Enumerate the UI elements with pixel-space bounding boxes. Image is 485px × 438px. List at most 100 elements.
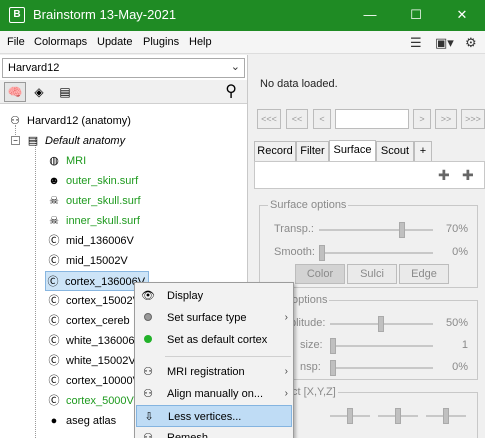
nav-prev-button[interactable]: < [313, 109, 331, 129]
tree-node-mid-15002v[interactable]: Ⓒmid_15002V [47, 251, 128, 271]
data-options-title: options [290, 294, 330, 306]
tree-node-cortex-5000v[interactable]: Ⓒcortex_5000V [47, 391, 134, 411]
data-transp-slider-track[interactable] [330, 367, 433, 369]
color-button[interactable]: Color [295, 264, 345, 284]
smooth-label: Smooth: [274, 246, 315, 258]
tree-node-outer-skull[interactable]: ☠ outer_skull.surf [47, 191, 141, 211]
cortex-surface-icon: Ⓒ [48, 235, 60, 247]
menu-item-remesh[interactable]: ⚇ Remesh [136, 427, 292, 438]
search-icon[interactable]: ⚲ [225, 81, 237, 101]
menu-item-align-manually[interactable]: ⚇ Align manually on... › [136, 383, 292, 405]
nav-last-button[interactable]: >>> [461, 109, 485, 129]
surface-options-title: Surface options [268, 199, 349, 211]
cortex-surface-icon: Ⓒ [48, 335, 60, 347]
menu-colormaps[interactable]: Colormaps [34, 36, 87, 48]
size-label: size: [300, 339, 323, 351]
menu-item-less-vertices[interactable]: ⇩ Less vertices... [136, 405, 292, 427]
menu-update[interactable]: Update [97, 36, 132, 48]
tree-node-white-136006v[interactable]: Ⓒwhite_136006V [47, 331, 142, 351]
anatomy-folder-icon: ▤ [27, 135, 39, 147]
tree-node-mid-136006v[interactable]: Ⓒmid_136006V [47, 231, 134, 251]
cortex-surface-icon: Ⓒ [48, 355, 60, 367]
cortex-surface-icon: Ⓒ [48, 315, 60, 327]
brainstorm-app-icon: B [9, 7, 25, 23]
menu-bar: File Colormaps Update Plugins Help ☰ ▣▾ … [0, 31, 485, 54]
functional-condition-view-button[interactable]: ▤ [54, 82, 76, 102]
tab-record[interactable]: Record [254, 141, 296, 161]
menu-item-mri-registration[interactable]: ⚇ MRI registration › [136, 361, 292, 383]
nav-next-button[interactable]: > [413, 109, 431, 129]
menu-item-set-surface-type[interactable]: Set surface type › [136, 307, 292, 329]
data-transp-value: 0% [452, 361, 468, 373]
tree-node-outer-skin[interactable]: ☻ outer_skin.surf [47, 171, 138, 191]
size-slider-handle[interactable] [330, 338, 336, 354]
cortex-surface-icon: Ⓒ [48, 395, 60, 407]
settings-icon[interactable]: ⚙ [465, 34, 477, 51]
layout-icon[interactable]: ▣▾ [435, 34, 454, 51]
transp-slider-handle[interactable] [398, 222, 405, 238]
submenu-arrow-icon: › [284, 312, 288, 323]
anatomy-view-button[interactable]: 🧠 [4, 82, 26, 102]
tab-filter[interactable]: Filter [296, 141, 329, 161]
collapse-icon[interactable]: − [11, 136, 20, 145]
tree-node-inner-skull[interactable]: ☠ inner_skull.surf [47, 211, 140, 231]
amplitude-value: 50% [445, 317, 468, 329]
align-icon: ⚇ [143, 388, 153, 400]
surface-options-group: Surface options Transp.: 70% Smooth: 0% … [259, 199, 478, 288]
down-arrow-icon: ⇩ [144, 411, 154, 423]
gray-dot-icon [140, 307, 156, 329]
tree-node-aseg-atlas[interactable]: ● aseg atlas [47, 411, 116, 431]
size-slider-track[interactable] [330, 345, 433, 347]
protocol-name: Harvard12 [8, 62, 60, 74]
list-view-icon[interactable]: ☰ [410, 34, 422, 51]
data-transp-slider-handle[interactable] [330, 360, 336, 376]
menu-help[interactable]: Help [189, 36, 212, 48]
tree-node-cortex-cereb[interactable]: Ⓒcortex_cereb [47, 311, 130, 331]
tree-node-cortex-10000v[interactable]: Ⓒcortex_10000V [47, 371, 141, 391]
tab-scout[interactable]: Scout [376, 141, 414, 161]
protocol-select[interactable]: Harvard12 ⌄ [2, 58, 245, 78]
amplitude-slider-handle[interactable] [378, 316, 384, 332]
functional-subject-view-button[interactable]: ◈ [28, 82, 50, 102]
resect-y-handle[interactable] [395, 408, 401, 424]
maximize-button[interactable]: ☐ [393, 0, 439, 31]
transp-slider-track[interactable] [319, 229, 433, 231]
resect-z-handle[interactable] [443, 408, 449, 424]
add-surface-menu-icon[interactable]: ✚ [462, 167, 474, 184]
edge-button[interactable]: Edge [399, 264, 449, 284]
resect-title: ct [X,Y,Z] [290, 386, 338, 398]
green-dot-icon [140, 329, 156, 351]
menu-item-set-default-cortex[interactable]: Set as default cortex [136, 329, 292, 351]
nav-next-fast-button[interactable]: >> [435, 109, 457, 129]
cortex-surface-icon: Ⓒ [48, 255, 60, 267]
tree-node-white-15002v[interactable]: Ⓒwhite_15002V [47, 351, 136, 371]
time-field[interactable] [335, 109, 409, 129]
registration-icon: ⚇ [143, 366, 153, 378]
menu-plugins[interactable]: Plugins [143, 36, 179, 48]
smooth-slider-handle[interactable] [319, 245, 325, 261]
minimize-button[interactable]: — [347, 0, 393, 31]
view-toolbar: 🧠 ◈ ▤ ⚲ [0, 80, 247, 104]
amplitude-label: plitude: [290, 317, 326, 329]
tree-node-default-anatomy[interactable]: ▤ Default anatomy [26, 131, 125, 151]
surface-toolbar: ✚ ✚ [254, 161, 485, 189]
tree-node-subject[interactable]: ⚇ Harvard12 (anatomy) [8, 111, 131, 131]
tab-surface[interactable]: Surface [329, 140, 376, 161]
tree-node-mri[interactable]: ◍ MRI [47, 151, 86, 171]
smooth-value: 0% [452, 246, 468, 258]
nav-prev-fast-button[interactable]: << [286, 109, 308, 129]
smooth-slider-track[interactable] [319, 252, 433, 254]
data-status: No data loaded. [260, 78, 338, 90]
close-button[interactable]: ✕ [439, 0, 485, 31]
nav-first-button[interactable]: <<< [257, 109, 281, 129]
sulci-button[interactable]: Sulci [347, 264, 397, 284]
submenu-arrow-icon: › [284, 366, 288, 377]
tree-node-cortex-15002v[interactable]: Ⓒcortex_15002V [47, 291, 141, 311]
menu-item-display[interactable]: 👁 Display [136, 285, 292, 307]
menu-file[interactable]: File [7, 36, 25, 48]
add-surface-icon[interactable]: ✚ [438, 167, 450, 184]
tab-add[interactable]: + [414, 141, 432, 161]
context-menu: 👁 Display Set surface type › Set as defa… [134, 282, 294, 438]
resect-x-handle[interactable] [347, 408, 353, 424]
title-bar: B Brainstorm 13-May-2021 — ☐ ✕ [0, 0, 485, 31]
